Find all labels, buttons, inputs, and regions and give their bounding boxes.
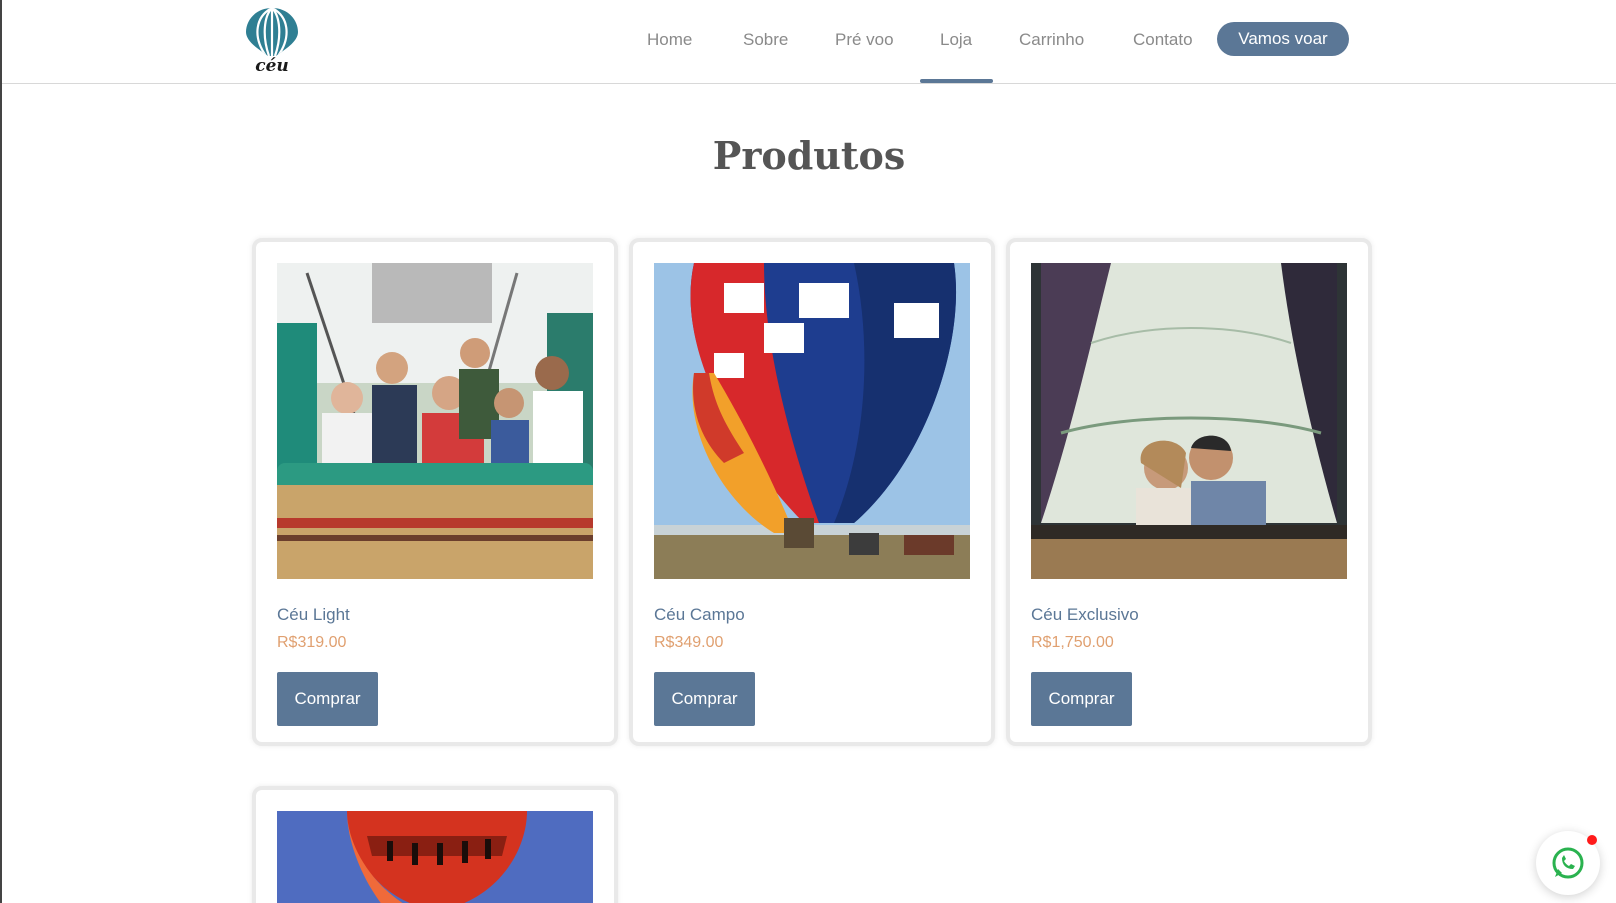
product-price: R$1,750.00: [1031, 634, 1114, 651]
nav-pre-voo[interactable]: Pré voo: [835, 29, 894, 51]
main-nav: Home Sobre Pré voo Loja Carrinho Contato…: [2, 0, 1616, 84]
product-price: R$349.00: [654, 634, 724, 651]
couple-in-balloon-photo[interactable]: [1031, 263, 1347, 579]
site-header: céu Home Sobre Pré voo Loja Carrinho Con…: [2, 0, 1616, 84]
nav-carrinho[interactable]: Carrinho: [1019, 29, 1084, 51]
product-name[interactable]: Céu Exclusivo: [1031, 605, 1139, 625]
product-name[interactable]: Céu Campo: [654, 605, 745, 625]
vamos-voar-button[interactable]: Vamos voar: [1217, 22, 1349, 56]
product-price: R$319.00: [277, 634, 347, 651]
comprar-button[interactable]: Comprar: [277, 672, 378, 726]
nav-home[interactable]: Home: [647, 29, 692, 51]
comprar-button[interactable]: Comprar: [654, 672, 755, 726]
active-nav-indicator: [920, 79, 993, 83]
page-title: Produtos: [712, 133, 906, 178]
red-balloon-photo[interactable]: [277, 811, 593, 903]
product-name[interactable]: Céu Light: [277, 605, 350, 625]
product-card: [252, 786, 618, 903]
comprar-button[interactable]: Comprar: [1031, 672, 1132, 726]
nav-loja[interactable]: Loja: [940, 29, 972, 51]
nav-contato[interactable]: Contato: [1133, 29, 1193, 51]
colorful-balloon-photo[interactable]: [654, 263, 970, 579]
notification-dot: [1587, 835, 1597, 845]
product-card: Céu Campo R$349.00 Comprar: [629, 238, 995, 746]
balloon-basket-group-photo[interactable]: [277, 263, 593, 579]
product-card: Céu Exclusivo R$1,750.00 Comprar: [1006, 238, 1372, 746]
nav-sobre[interactable]: Sobre: [743, 29, 788, 51]
product-card: Céu Light R$319.00 Comprar: [252, 238, 618, 746]
